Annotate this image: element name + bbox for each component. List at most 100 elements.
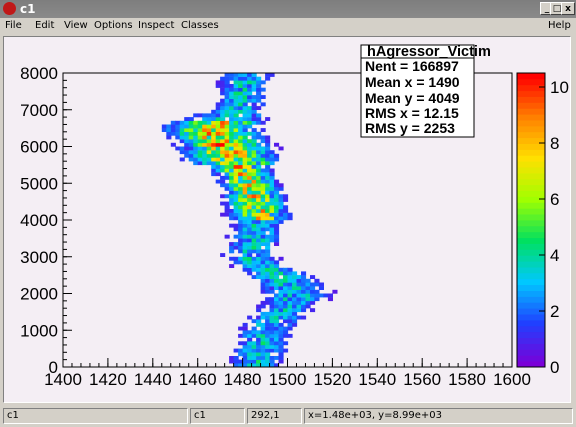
heatmap-cell	[251, 348, 257, 353]
heatmap-cell	[256, 146, 262, 151]
heatmap-cell	[269, 161, 275, 166]
heatmap-cell	[251, 223, 257, 228]
heatmap-cell	[247, 146, 253, 151]
heatmap-cell	[287, 271, 293, 276]
heatmap-cell	[256, 227, 262, 232]
heatmap-cell	[229, 95, 235, 99]
heatmap-cell	[251, 179, 257, 184]
heatmap-cell	[202, 131, 208, 136]
menu-file[interactable]: File	[5, 20, 22, 31]
heatmap-cell	[265, 146, 271, 151]
heatmap-cell	[247, 359, 253, 364]
heatmap-cell	[229, 157, 235, 162]
heatmap-cell	[269, 304, 275, 309]
heatmap-cell	[283, 315, 289, 320]
heatmap-cell	[292, 304, 298, 309]
heatmap-cell	[251, 175, 257, 180]
canvas[interactable]: 1400 1420 1440 1460 1480 1500 1520 1540 1560 1580…	[3, 36, 571, 403]
heatmap-cell	[229, 84, 235, 88]
heatmap-cell	[229, 142, 235, 147]
heatmap-cell	[260, 260, 266, 265]
heatmap-cell	[251, 352, 257, 357]
heatmap-cell	[283, 308, 289, 313]
menu-classes[interactable]: Classes	[181, 20, 219, 31]
palette-cell	[517, 208, 545, 215]
heatmap-cell	[251, 84, 257, 88]
heatmap-cell	[269, 315, 275, 320]
heatmap-cell	[265, 300, 271, 305]
heatmap-cell	[256, 242, 262, 246]
heatmap-cell	[260, 326, 266, 331]
heatmap-cell	[274, 157, 280, 162]
heatmap-cell	[247, 223, 253, 228]
heatmap-cell	[247, 249, 253, 254]
palette-cell	[517, 220, 545, 227]
menu-help[interactable]: Help	[548, 20, 571, 31]
heatmap-cell	[238, 164, 244, 169]
heatmap-cell	[256, 344, 262, 349]
heatmap-cell	[251, 128, 257, 132]
heatmap-cell	[238, 260, 244, 265]
heatmap-cell	[211, 168, 217, 173]
heatmap-cell	[220, 179, 226, 184]
heatmap-cell	[206, 146, 212, 151]
heatmap-cell	[265, 249, 271, 254]
histogram-plot[interactable]: 1400 1420 1440 1460 1480 1500 1520 1540 1560 1580…	[4, 37, 570, 402]
heatmap-cell	[269, 183, 275, 188]
heatmap-cell	[197, 128, 203, 132]
heatmap-cell	[256, 84, 262, 88]
heatmap-cell	[242, 238, 248, 243]
menu-options[interactable]: Options	[94, 20, 133, 31]
heatmap-cell	[224, 128, 230, 132]
heatmap-cell	[233, 168, 239, 173]
heatmap-cell	[251, 87, 257, 92]
heatmap-cell	[247, 113, 253, 118]
heatmap-cell	[206, 139, 212, 144]
heatmap-cell	[179, 124, 185, 129]
menu-edit[interactable]: Edit	[35, 20, 54, 31]
heatmap-cell	[251, 264, 257, 268]
stats-mean-y: Mean y = 4049	[365, 90, 460, 106]
palette-cell	[517, 325, 545, 333]
heatmap-cell	[184, 124, 190, 129]
heatmap-cell	[238, 212, 244, 217]
heatmap-cell	[238, 91, 244, 96]
heatmap-cell	[233, 87, 239, 92]
heatmap-cell	[233, 95, 239, 99]
heatmap-cell	[242, 120, 248, 125]
heatmap-cell	[265, 253, 271, 257]
heatmap-cell	[256, 98, 262, 103]
y-tick-label: 2000	[20, 285, 58, 304]
heatmap-cell	[238, 234, 244, 239]
status-coords: x=1.48e+03, y=8.99e+03	[304, 408, 573, 424]
heatmap-cell	[238, 179, 244, 184]
heatmap-cell	[242, 260, 248, 265]
heatmap-cell	[278, 326, 284, 331]
heatmap-cell	[251, 109, 257, 114]
palette-cell	[517, 243, 545, 250]
heatmap-cell	[206, 153, 212, 158]
menu-view[interactable]: View	[64, 20, 88, 31]
heatmap-cell	[229, 124, 235, 129]
heatmap-cell	[215, 84, 221, 88]
heatmap-cell	[251, 157, 257, 162]
close-button[interactable]: x	[561, 2, 575, 15]
menu-inspect[interactable]: Inspect	[138, 20, 174, 31]
heatmap-cell	[251, 319, 257, 324]
heatmap-cell	[296, 289, 302, 294]
heatmap-cell	[229, 249, 235, 254]
heatmap-cell	[265, 356, 271, 360]
heatmap-cell	[310, 282, 316, 287]
heatmap-cell	[274, 179, 280, 184]
heatmap-cell	[305, 289, 311, 294]
heatmap-cell	[247, 190, 253, 195]
heatmap-cell	[310, 300, 316, 305]
heatmap-cell	[256, 348, 262, 353]
heatmap-cell	[170, 142, 176, 147]
heatmap-cell	[179, 150, 185, 155]
heatmap-cell	[256, 322, 262, 327]
heatmap-cell	[238, 131, 244, 136]
heatmap-cell	[269, 223, 275, 228]
heatmap-cell	[256, 253, 262, 257]
heatmap-cell	[278, 186, 284, 191]
